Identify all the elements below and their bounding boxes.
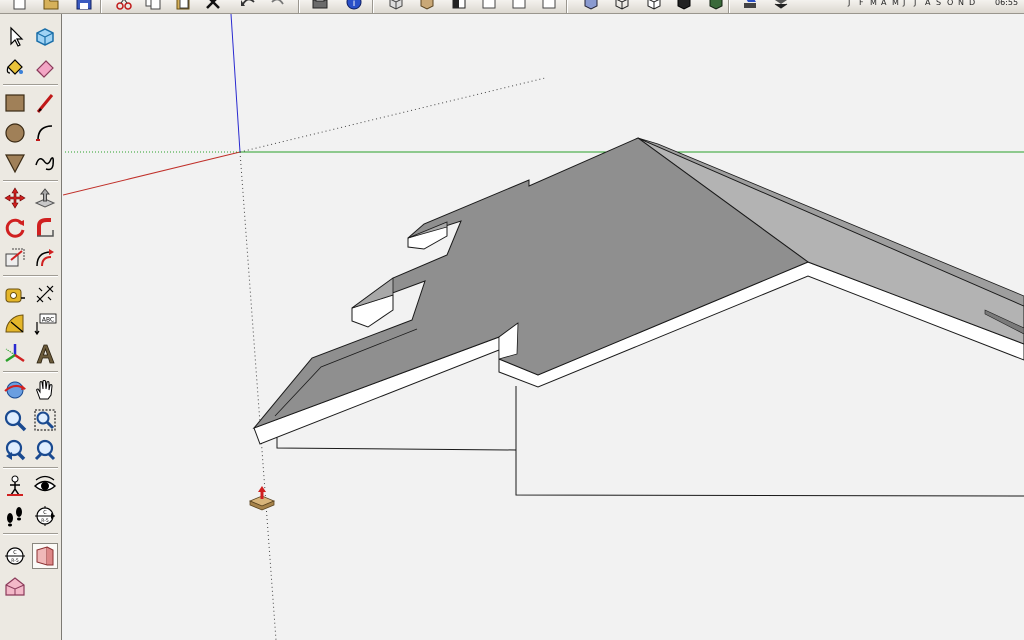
iso-view-icon[interactable] <box>388 0 404 10</box>
shadow-month-label[interactable]: J <box>848 0 850 8</box>
shadow-month-label[interactable]: S <box>936 0 941 8</box>
dimension-tool-icon[interactable] <box>32 281 58 307</box>
display-section-cuts-icon[interactable] <box>32 543 58 569</box>
rectangle-tool-icon[interactable] <box>2 90 28 116</box>
palette-separator <box>3 371 58 373</box>
arc-tool-icon[interactable] <box>32 120 58 146</box>
zoom-window-tool-icon[interactable] <box>32 407 58 433</box>
palette-separator <box>3 533 58 535</box>
front-view-icon[interactable] <box>451 0 467 10</box>
push-pull-tool-icon[interactable] <box>32 185 58 211</box>
section-label-bottom: R-5 <box>11 558 19 564</box>
erase-icon[interactable] <box>205 0 221 10</box>
shadow-month-label[interactable]: A <box>925 0 930 8</box>
toolbar-separator <box>728 0 730 13</box>
blue-axis-line <box>230 14 241 153</box>
toolbar-separator <box>372 0 374 13</box>
shaded-style-icon[interactable] <box>676 0 692 10</box>
palette-separator <box>3 467 58 469</box>
red-axis-line <box>63 151 241 196</box>
line-tool-icon[interactable] <box>32 90 58 116</box>
toolbar-separator <box>298 0 300 13</box>
follow-me-tool-icon[interactable] <box>32 215 58 241</box>
left-view-icon[interactable] <box>541 0 557 10</box>
print-icon[interactable] <box>312 0 328 10</box>
copy-icon[interactable] <box>145 0 161 10</box>
svg-text:i: i <box>353 0 356 9</box>
toolbar-separator <box>100 0 102 13</box>
textured-style-icon[interactable] <box>708 0 724 10</box>
orbit-tool-icon[interactable] <box>2 377 28 403</box>
offset-tool-icon[interactable] <box>32 245 58 271</box>
select-tool-icon[interactable] <box>2 24 28 50</box>
shadow-month-label[interactable]: N <box>958 0 964 8</box>
shadow-month-label[interactable]: D <box>969 0 975 8</box>
section-label-top: C <box>13 550 17 556</box>
redo-icon[interactable] <box>270 0 286 10</box>
polygon-tool-icon[interactable] <box>2 150 28 176</box>
wireframe-style-icon[interactable] <box>614 0 630 10</box>
top-toolbar: i JFMAMJJASOND 06:55 <box>0 0 1024 14</box>
shadow-time-readout[interactable]: 06:55 <box>995 0 1018 8</box>
model-info-icon[interactable]: i <box>346 0 362 10</box>
make-component-tool-icon[interactable] <box>32 24 58 50</box>
paint-bucket-tool-icon[interactable] <box>2 54 28 80</box>
shadow-month-label[interactable]: F <box>859 0 864 8</box>
move-tool-icon[interactable] <box>2 185 28 211</box>
shadow-month-label[interactable]: M <box>870 0 877 8</box>
look-around-tool-icon[interactable] <box>32 473 58 499</box>
xray-style-icon[interactable] <box>583 0 599 10</box>
section-plane-tool-icon[interactable]: C R-5 <box>32 503 58 529</box>
zoom-extents-icon[interactable] <box>32 437 58 463</box>
display-section-planes-icon[interactable]: C R-5 <box>2 543 28 569</box>
pan-tool-icon[interactable] <box>32 377 58 403</box>
tool-palette: ABC C R-5 C R-5 <box>0 14 62 640</box>
model-viewport[interactable] <box>63 14 1024 640</box>
shadow-settings-icon[interactable] <box>742 0 758 10</box>
right-view-icon[interactable] <box>481 0 497 10</box>
protractor-tool-icon[interactable] <box>2 311 28 337</box>
red-axis-dotted <box>239 77 546 153</box>
top-view-icon[interactable] <box>419 0 435 10</box>
freehand-tool-icon[interactable] <box>32 150 58 176</box>
shadow-month-label[interactable]: J <box>903 0 905 8</box>
palette-separator <box>3 180 58 182</box>
undo-icon[interactable] <box>240 0 256 10</box>
toolbar-separator <box>566 0 568 13</box>
open-folder-icon[interactable] <box>43 0 59 10</box>
blue-axis-dotted <box>239 151 277 640</box>
shadow-month-label[interactable]: J <box>914 0 916 8</box>
text-tool-label: ABC <box>42 317 54 324</box>
hidden-line-style-icon[interactable] <box>646 0 662 10</box>
previous-view-icon[interactable] <box>2 437 28 463</box>
paste-icon[interactable] <box>175 0 191 10</box>
warehouse-icon[interactable] <box>2 573 28 599</box>
shadow-month-label[interactable]: M <box>892 0 899 8</box>
rotate-tool-icon[interactable] <box>2 215 28 241</box>
axes-tool-icon[interactable] <box>2 341 28 367</box>
shadow-month-label[interactable]: O <box>947 0 953 8</box>
circle-tool-icon[interactable] <box>2 120 28 146</box>
svg-text:R-5: R-5 <box>41 518 49 524</box>
save-icon[interactable] <box>76 0 92 10</box>
palette-separator <box>3 275 58 277</box>
3d-text-tool-icon[interactable] <box>32 341 58 367</box>
position-camera-tool-icon[interactable] <box>2 473 28 499</box>
wall-edges <box>276 386 1024 497</box>
walk-tool-icon[interactable] <box>2 503 28 529</box>
shadow-toggle-icon[interactable] <box>773 0 789 10</box>
new-file-icon[interactable] <box>11 0 27 10</box>
camera-position-marker[interactable] <box>248 486 276 511</box>
shadow-month-label[interactable]: A <box>881 0 886 8</box>
cut-icon[interactable] <box>116 0 132 10</box>
scale-tool-icon[interactable] <box>2 245 28 271</box>
tape-measure-tool-icon[interactable] <box>2 281 28 307</box>
palette-separator <box>3 84 58 86</box>
back-view-icon[interactable] <box>511 0 527 10</box>
zoom-tool-icon[interactable] <box>2 407 28 433</box>
svg-text:C: C <box>43 510 47 516</box>
text-tool-icon[interactable]: ABC <box>32 311 58 337</box>
eraser-tool-icon[interactable] <box>32 54 58 80</box>
